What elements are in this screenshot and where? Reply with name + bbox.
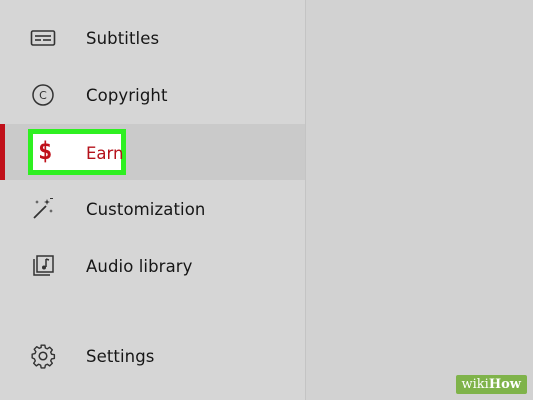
wikihow-watermark: wikiHow bbox=[455, 375, 527, 394]
gear-icon bbox=[29, 342, 57, 370]
magic-wand-icon bbox=[29, 195, 57, 223]
earn-label: Earn bbox=[86, 144, 124, 163]
sidebar-item-subtitles[interactable]: Subtitles bbox=[0, 10, 305, 66]
subtitles-icon bbox=[29, 24, 57, 52]
sidebar-item-customization[interactable]: Customization bbox=[0, 181, 305, 237]
sidebar-item-label: Audio library bbox=[86, 256, 193, 276]
sidebar-item-label: Copyright bbox=[86, 85, 168, 105]
sidebar: Subtitles C Copyright Customization Audi… bbox=[0, 0, 306, 400]
sidebar-item-label: Settings bbox=[86, 346, 155, 366]
sidebar-item-settings[interactable]: Settings bbox=[0, 328, 305, 384]
main-content-area bbox=[306, 0, 533, 400]
sidebar-item-copyright[interactable]: C Copyright bbox=[0, 67, 305, 123]
svg-text:C: C bbox=[39, 89, 47, 102]
earn-highlight-box[interactable]: $ Earn bbox=[28, 129, 126, 175]
audio-library-icon bbox=[29, 252, 57, 280]
sidebar-item-label: Subtitles bbox=[86, 28, 160, 48]
copyright-icon: C bbox=[29, 81, 57, 109]
sidebar-item-label: Customization bbox=[86, 199, 206, 219]
sidebar-item-audio-library[interactable]: Audio library bbox=[0, 238, 305, 294]
active-indicator bbox=[0, 124, 5, 180]
dollar-icon: $ bbox=[38, 137, 53, 165]
